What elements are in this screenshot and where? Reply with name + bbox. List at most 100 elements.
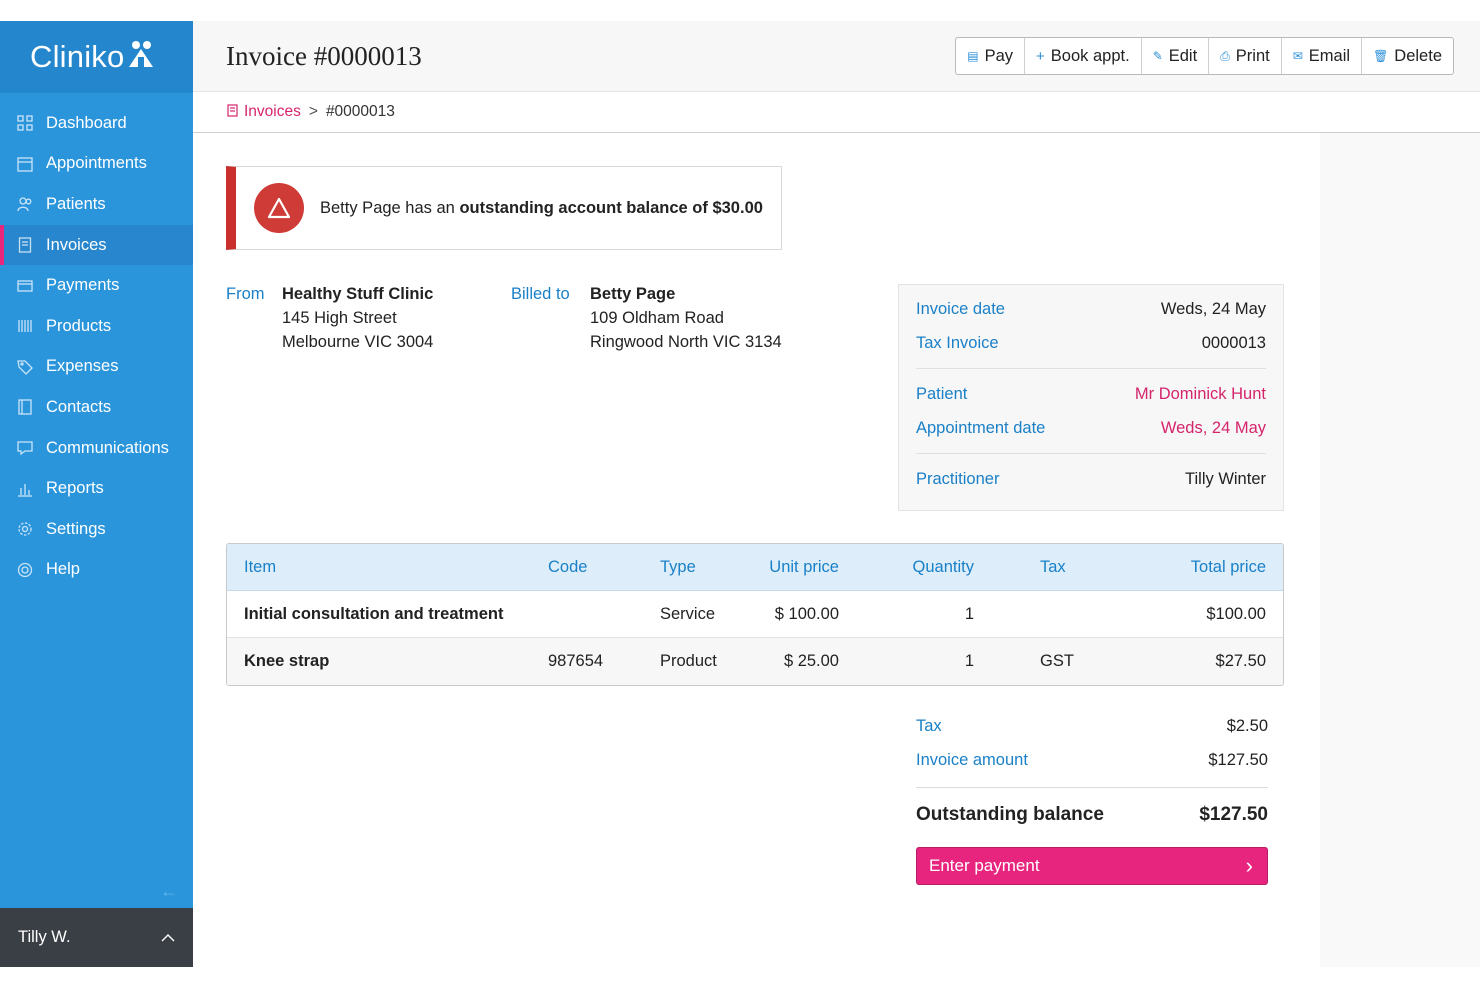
clinic-name: Healthy Stuff Clinic (282, 285, 434, 303)
patient-name: Betty Page (590, 285, 676, 303)
sidebar-nav: Dashboard Appointments Patients Invoices… (0, 103, 193, 590)
breadcrumb: Invoices > #0000013 (193, 92, 1480, 133)
sidebar-item-label: Invoices (46, 235, 107, 254)
alert-balance: outstanding account balance of $30.00 (459, 198, 763, 217)
row-tax: GST (1040, 652, 1074, 670)
chevron-right-icon: › (1245, 853, 1253, 878)
collapse-sidebar-icon[interactable]: ← (160, 881, 178, 902)
user-name: Tilly W. (18, 928, 71, 946)
tax-invoice-value: 0000013 (1201, 333, 1266, 352)
header-item: Item (244, 557, 277, 576)
sidebar-item-dashboard[interactable]: Dashboard (0, 103, 193, 144)
email-button[interactable]: ✉ Email (1282, 38, 1363, 74)
logo-mark-icon (126, 39, 156, 69)
sidebar-item-label: Dashboard (46, 113, 127, 132)
envelope-icon: ✉ (1292, 49, 1303, 63)
outstanding-balance-row: Outstanding balance $127.50 (916, 800, 1268, 830)
enter-payment-button[interactable]: Enter payment › (916, 847, 1268, 885)
header-quantity: Quantity (912, 557, 974, 576)
appointment-date-link[interactable]: Weds, 24 May (1161, 419, 1266, 438)
invoice-toolbar: ▤ Pay + Book appt. ✎ Edit ⎙ Print ✉ Email 🗑 De… (955, 37, 1454, 75)
patient-label: Patient (916, 384, 968, 403)
divider (916, 368, 1266, 369)
warning-icon (254, 183, 304, 233)
printer-icon: ⎙ (1220, 48, 1230, 63)
from-label: From (226, 285, 265, 303)
tax-invoice-label: Tax Invoice (916, 333, 999, 352)
card-icon: ▤ (967, 49, 979, 63)
invoice-date-value: Weds, 24 May (1160, 299, 1266, 318)
barcode-icon (16, 317, 34, 335)
row-quantity: 1 (964, 604, 974, 623)
outstanding-balance-label: Outstanding balance (916, 804, 1104, 825)
sidebar-item-label: Patients (46, 194, 106, 213)
grid-icon (16, 114, 34, 132)
alert-message: Betty Page has an outstanding account ba… (320, 199, 763, 218)
pay-button[interactable]: ▤ Pay (956, 38, 1026, 74)
user-menu[interactable]: Tilly W. (0, 908, 193, 967)
sidebar-item-payments[interactable]: Payments (0, 265, 193, 306)
header-total-price: Total price (1190, 557, 1266, 576)
tag-icon (16, 358, 34, 376)
cliniko-logo[interactable]: Cliniko (0, 21, 193, 93)
page-title: Invoice #0000013 (226, 41, 422, 71)
sidebar-item-reports[interactable]: Reports (0, 468, 193, 509)
sidebar-item-label: Products (46, 316, 112, 335)
edit-button[interactable]: ✎ Edit (1142, 38, 1210, 74)
sidebar-item-products[interactable]: Products (0, 306, 193, 347)
invoice-date-label: Invoice date (916, 299, 1005, 318)
email-label: Email (1308, 46, 1351, 65)
sidebar-item-patients[interactable]: Patients (0, 184, 193, 225)
row-unit-price: $ 25.00 (783, 652, 839, 670)
invoice-amount-label: Invoice amount (916, 750, 1028, 769)
breadcrumb-invoices-link[interactable]: Invoices (227, 103, 301, 121)
sidebar-item-expenses[interactable]: Expenses (0, 347, 193, 388)
sidebar-item-label: Appointments (46, 154, 147, 173)
tax-total-value: $2.50 (1226, 716, 1268, 735)
patient-link[interactable]: Mr Dominick Hunt (1135, 385, 1266, 404)
sidebar-item-help[interactable]: Help (0, 550, 193, 591)
sidebar-item-communications[interactable]: Communications (0, 428, 193, 469)
sidebar-item-invoices[interactable]: Invoices (0, 224, 193, 266)
header-type: Type (660, 557, 696, 576)
tax-total-label: Tax (916, 716, 942, 735)
clinic-address-line1: 145 High Street (282, 309, 397, 327)
row-type: Service (660, 604, 716, 623)
breadcrumb-separator: > (308, 103, 318, 120)
from-address: Healthy Stuff Clinic 145 High Street Mel… (282, 282, 433, 354)
edit-label: Edit (1168, 46, 1198, 65)
document-icon (16, 236, 34, 254)
sidebar-item-contacts[interactable]: Contacts (0, 387, 193, 428)
print-label: Print (1235, 46, 1270, 65)
tax-total-row: Tax $2.50 (916, 709, 1268, 743)
chevron-up-icon (161, 928, 175, 947)
alert-prefix: Betty Page has an (320, 198, 460, 217)
sidebar-item-settings[interactable]: Settings (0, 509, 193, 550)
users-icon (16, 195, 34, 213)
sidebar-item-label: Help (46, 560, 80, 579)
enter-payment-label: Enter payment (929, 856, 1040, 875)
lifebuoy-icon (16, 561, 34, 579)
logo-text: Cliniko (30, 39, 125, 74)
invoice-date-row: Invoice date Weds, 24 May (916, 292, 1266, 326)
book-appointment-button[interactable]: + Book appt. (1025, 38, 1142, 74)
tax-invoice-row: Tax Invoice 0000013 (916, 326, 1266, 360)
sidebar-item-label: Communications (46, 438, 169, 457)
delete-button[interactable]: 🗑 Delete (1362, 38, 1453, 74)
divider (916, 787, 1268, 788)
sidebar-item-label: Expenses (46, 357, 119, 376)
table-row: Knee strap 987654 Product $ 25.00 1 GST … (227, 638, 1283, 685)
book-label: Book appt. (1050, 46, 1130, 65)
plus-icon: + (1036, 47, 1045, 65)
appointment-date-row: Appointment date Weds, 24 May (916, 411, 1266, 445)
header-unit-price: Unit price (769, 557, 839, 576)
patient-address-line1: 109 Oldham Road (590, 309, 724, 327)
sidebar-item-appointments[interactable]: Appointments (0, 144, 193, 185)
outstanding-balance-value: $127.50 (1199, 804, 1268, 825)
print-button[interactable]: ⎙ Print (1209, 38, 1282, 74)
table-row: Initial consultation and treatment Servi… (227, 591, 1283, 638)
invoice-amount-row: Invoice amount $127.50 (916, 743, 1268, 777)
header-tax: Tax (1040, 557, 1066, 576)
invoice-details-panel: Invoice date Weds, 24 May Tax Invoice 00… (898, 284, 1284, 511)
invoice-items-table: Item Code Type Unit price Quantity Tax T… (226, 543, 1284, 686)
